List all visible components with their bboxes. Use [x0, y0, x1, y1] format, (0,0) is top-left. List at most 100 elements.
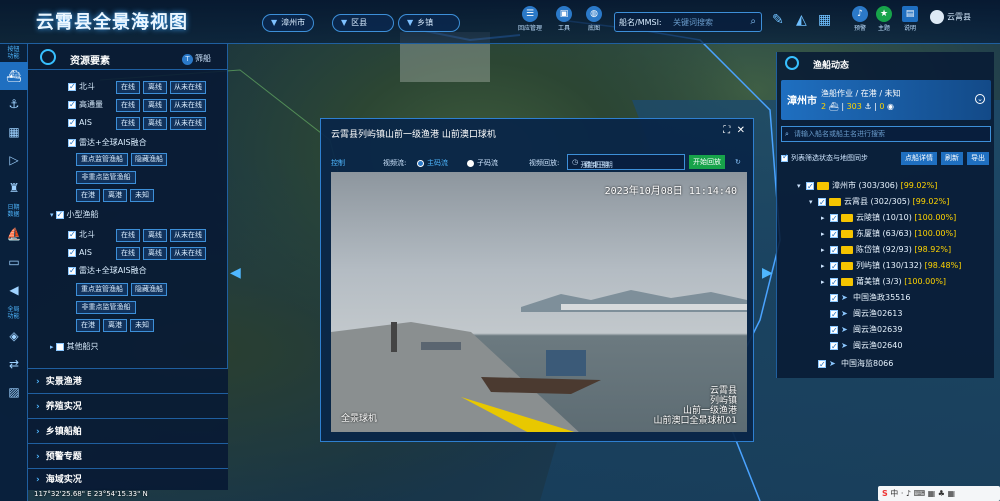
town-select[interactable]: ▼ 乡镇: [398, 14, 460, 32]
camera-feed[interactable]: 2023年10月08日 11:14:40 全景球机 云霄县 列屿镇 山前一级渔港 山前…: [331, 172, 747, 432]
ptz-control-link[interactable]: 控制: [331, 158, 345, 168]
nav-tag[interactable]: ▷: [0, 146, 28, 174]
draw-area-icon[interactable]: ◭: [796, 12, 807, 28]
filter-ship-button[interactable]: T 筛船: [182, 53, 211, 65]
help-button[interactable]: ▤ 说明: [896, 6, 924, 32]
tree-node[interactable]: ➤闽云渔02640: [821, 338, 902, 354]
filter-toggle-5-0[interactable]: 非重点监管渔船: [76, 171, 136, 184]
draw-point-icon[interactable]: ✎: [772, 12, 784, 28]
nav-shuffle[interactable]: ⇄: [0, 350, 28, 378]
collapse-icon[interactable]: ⌄: [975, 94, 985, 104]
section-aquaculture[interactable]: › 养殖实况: [28, 393, 228, 419]
filter-toggle-6-0[interactable]: 在港: [76, 189, 100, 202]
filter-toggle-8-2[interactable]: 从未在线: [170, 229, 206, 242]
filter-toggle-2-0[interactable]: 在线: [116, 117, 140, 130]
search-input[interactable]: 关键词搜索: [673, 17, 713, 28]
tree-node[interactable]: ➤闽云渔02613: [821, 306, 902, 322]
city-stat-card[interactable]: 漳州市 渔船作业 / 在港 / 未知 2 ⛴ | 303 ⚓ | 0 ◉ ⌄: [781, 80, 991, 120]
fullscreen-icon[interactable]: ⛶: [723, 125, 730, 136]
ship-detail-button[interactable]: 点船详情: [901, 152, 937, 165]
filter-toggle-8-1[interactable]: 离线: [143, 229, 167, 242]
resource-row-9[interactable]: AIS: [68, 246, 92, 260]
tree-node[interactable]: ▾云霄县 (302/305) [99.02%]: [809, 194, 949, 210]
ship-search[interactable]: 船名/MMSI: 关键词搜索 ⌕: [614, 12, 762, 32]
filter-toggle-11-0[interactable]: 重点监管渔船: [76, 283, 128, 296]
filter-toggle-13-2[interactable]: 未知: [130, 319, 154, 332]
resource-row-1[interactable]: 高通量: [68, 98, 103, 112]
refresh-icon[interactable]: ↻: [735, 158, 741, 166]
section-sea-status[interactable]: › 海域实况: [28, 468, 228, 490]
filter-toggle-9-0[interactable]: 在线: [116, 247, 140, 260]
resource-row-10[interactable]: 雷达+全球AIS融合: [68, 264, 147, 278]
basemap-button[interactable]: ◍ 底图: [580, 6, 608, 32]
nav-shipdata[interactable]: ⛵: [0, 220, 28, 248]
date-range-picker[interactable]: ◷ 开始日期 至 结束日期: [567, 154, 685, 170]
collapse-left-arrow[interactable]: ◀: [230, 258, 241, 288]
filter-toggle-13-1[interactable]: 离港: [103, 319, 127, 332]
resource-row-8[interactable]: 北斗: [68, 228, 95, 242]
filter-toggle-4-0[interactable]: 重点监管渔船: [76, 153, 128, 166]
tree-node[interactable]: ▸莆美镇 (3/3) [100.00%]: [821, 274, 946, 290]
filter-toggle-1-2[interactable]: 从未在线: [170, 99, 206, 112]
section-fishing-port[interactable]: › 实景渔港: [28, 368, 228, 394]
tree-node[interactable]: ➤中国海监8066: [809, 356, 893, 372]
nav-tower[interactable]: ♜: [0, 174, 28, 202]
nav-anchor[interactable]: ⚓: [0, 90, 28, 118]
filter-toggle-2-1[interactable]: 离线: [143, 117, 167, 130]
theme-button[interactable]: ★ 主题: [870, 6, 898, 32]
sync-checkbox[interactable]: 列表筛选状态与地图同步: [781, 152, 868, 163]
collapse-right-arrow[interactable]: ▶: [762, 258, 773, 288]
resource-row-2[interactable]: AIS: [68, 116, 92, 130]
filter-toggle-12-0[interactable]: 非重点监管渔船: [76, 301, 136, 314]
nav-resource[interactable]: ⛴: [0, 62, 28, 90]
section-warning[interactable]: › 预警专题: [28, 443, 228, 469]
user-menu[interactable]: 云霄县: [930, 10, 971, 24]
main-stream-radio[interactable]: 主码流: [417, 158, 448, 168]
ime-toolbar[interactable]: S 中 · ♪ ⌨ ▦ ♣ ▦: [878, 486, 1000, 501]
nav-broadcast[interactable]: ◀: [0, 276, 28, 304]
filter-toggle-6-2[interactable]: 未知: [130, 189, 154, 202]
filter-toggle-9-1[interactable]: 离线: [143, 247, 167, 260]
tree-node[interactable]: ▸东厦镇 (63/63) [100.00%]: [821, 226, 956, 242]
tree-node[interactable]: ▸云陵镇 (10/10) [100.00%]: [821, 210, 956, 226]
filter-toggle-9-2[interactable]: 从未在线: [170, 247, 206, 260]
county-select[interactable]: ▼ 区县: [332, 14, 394, 32]
nav-grid[interactable]: ▦: [0, 118, 28, 146]
filter-toggle-0-0[interactable]: 在线: [116, 81, 140, 94]
filter-toggle-13-0[interactable]: 在港: [76, 319, 100, 332]
filter-toggle-1-0[interactable]: 在线: [116, 99, 140, 112]
filter-toggle-6-1[interactable]: 离港: [103, 189, 127, 202]
close-icon[interactable]: ✕: [737, 125, 745, 136]
start-replay-button[interactable]: 开始回放: [689, 155, 725, 169]
city-select[interactable]: ▼ 漳州市: [262, 14, 315, 32]
nav-screen[interactable]: ▭: [0, 248, 28, 276]
filter-toggle-11-1[interactable]: 隐藏渔船: [131, 283, 167, 296]
resource-row-7[interactable]: ▾小型渔船: [50, 208, 99, 222]
section-town-ships[interactable]: › 乡镇船舶: [28, 418, 228, 444]
tree-node[interactable]: ➤闽云渔02639: [821, 322, 902, 338]
tools-button[interactable]: ▣ 工具: [550, 6, 578, 32]
tree-node[interactable]: ▸陈岱镇 (92/93) [98.92%]: [821, 242, 951, 258]
tree-node[interactable]: ▾漳州市 (303/306) [99.02%]: [797, 178, 937, 194]
resource-row-3[interactable]: 雷达+全球AIS融合: [68, 136, 147, 150]
sub-stream-radio[interactable]: 子码流: [467, 158, 498, 168]
response-mgmt-button[interactable]: ☰ 回应管理: [516, 6, 544, 32]
filter-toggle-8-0[interactable]: 在线: [116, 229, 140, 242]
measure-icon[interactable]: ▦: [818, 12, 831, 28]
resource-row-0[interactable]: 北斗: [68, 80, 95, 94]
checkbox: [55, 208, 64, 222]
tree-node[interactable]: ▸列屿镇 (130/132) [98.48%]: [821, 258, 961, 274]
nav-cube[interactable]: ◈: [0, 322, 28, 350]
export-button[interactable]: 导出: [967, 152, 989, 165]
nav-map[interactable]: ▨: [0, 378, 28, 406]
filter-toggle-0-1[interactable]: 离线: [143, 81, 167, 94]
refresh-button[interactable]: 刷新: [941, 152, 963, 165]
tree-node[interactable]: ➤中国渔政35516: [821, 290, 910, 306]
ship-name-search[interactable]: ⌕ 请输入船名或船主名进行搜索: [781, 126, 991, 142]
resource-row-14[interactable]: ▸ 其他船只: [50, 340, 99, 354]
filter-toggle-4-1[interactable]: 隐藏渔船: [131, 153, 167, 166]
search-icon[interactable]: ⌕: [750, 16, 756, 27]
filter-toggle-0-2[interactable]: 从未在线: [170, 81, 206, 94]
filter-toggle-2-2[interactable]: 从未在线: [170, 117, 206, 130]
filter-toggle-1-1[interactable]: 离线: [143, 99, 167, 112]
